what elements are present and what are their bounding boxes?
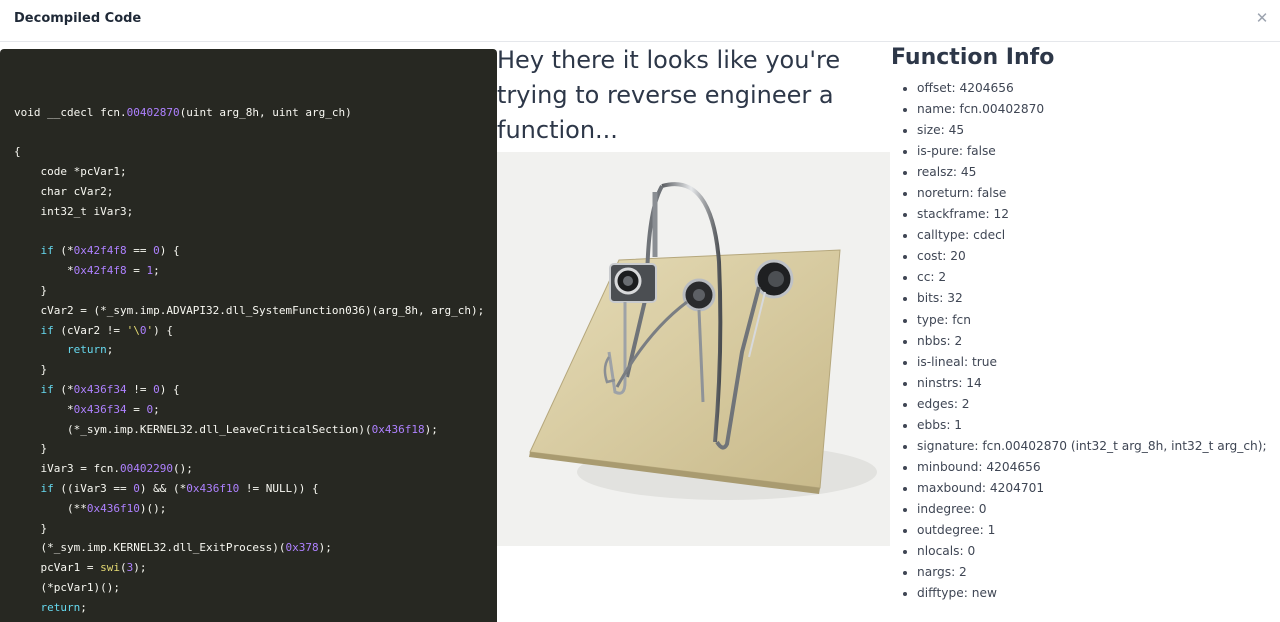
function-info-item: size: 45 — [917, 120, 1280, 141]
decompiled-code[interactable]: void __cdecl fcn.00402870(uint arg_8h, u… — [0, 49, 497, 622]
function-info-item: realsz: 45 — [917, 162, 1280, 183]
function-info-item: minbound: 4204656 — [917, 457, 1280, 478]
code-line: } — [14, 363, 48, 377]
function-info-panel: Function Info offset: 4204656name: fcn.0… — [891, 44, 1280, 604]
code-line: int32_t iVar3; — [14, 204, 134, 218]
modal-title: Decompiled Code — [14, 11, 142, 26]
close-icon[interactable]: ✕ — [1254, 10, 1270, 26]
code-line: } — [14, 442, 48, 456]
code-line: code *pcVar1; — [14, 165, 127, 179]
code-line: (**0x436f10)(); — [14, 501, 167, 515]
code-line: if ((iVar3 == 0) && (*0x436f10 != NULL))… — [40, 481, 319, 495]
function-info-item: indegree: 0 — [917, 499, 1280, 520]
paperclip-sculpture-illustration — [497, 152, 890, 546]
code-line: } — [14, 521, 48, 535]
function-info-title: Function Info — [891, 45, 1055, 70]
code-line: void __cdecl fcn.00402870(uint arg_8h, u… — [14, 105, 352, 119]
function-info-item: bits: 32 — [917, 288, 1280, 309]
function-info-item: nbbs: 2 — [917, 331, 1280, 352]
code-panel[interactable]: void __cdecl fcn.00402870(uint arg_8h, u… — [0, 49, 497, 622]
hero-column: Hey there it looks like you're trying to… — [497, 43, 890, 622]
function-info-item: signature: fcn.00402870 (int32_t arg_8h,… — [917, 436, 1280, 457]
hero-text: Hey there it looks like you're trying to… — [497, 46, 841, 144]
code-line: (*pcVar1)(); — [14, 580, 120, 594]
function-info-item: name: fcn.00402870 — [917, 99, 1280, 120]
code-line: (*_sym.imp.KERNEL32.dll_ExitProcess)(0x3… — [14, 541, 332, 555]
code-line: { — [14, 145, 21, 159]
function-info-item: cc: 2 — [917, 267, 1280, 288]
code-line: *0x436f34 = 0; — [14, 402, 160, 416]
function-info-item: maxbound: 4204701 — [917, 478, 1280, 499]
code-line: if (*0x436f34 != 0) { — [40, 382, 180, 396]
function-info-item: edges: 2 — [917, 394, 1280, 415]
code-line: cVar2 = (*_sym.imp.ADVAPI32.dll_SystemFu… — [14, 303, 485, 317]
function-info-item: outdegree: 1 — [917, 520, 1280, 541]
code-line: return; — [66, 343, 114, 357]
function-info-item: nargs: 2 — [917, 562, 1280, 583]
function-info-item: noreturn: false — [917, 183, 1280, 204]
modal-header: Decompiled Code ✕ — [0, 0, 1280, 42]
function-info-item: is-lineal: true — [917, 352, 1280, 373]
code-line: if (*0x42f4f8 == 0) { — [40, 244, 180, 258]
code-line: *0x42f4f8 = 1; — [14, 264, 160, 278]
function-info-item: is-pure: false — [917, 141, 1280, 162]
code-line: pcVar1 = swi(3); — [14, 561, 147, 575]
function-info-item: ebbs: 1 — [917, 415, 1280, 436]
function-info-item: cost: 20 — [917, 246, 1280, 267]
code-line: return; — [40, 600, 87, 614]
code-line: char cVar2; — [14, 184, 114, 198]
code-line: } — [14, 283, 48, 297]
function-info-item: nlocals: 0 — [917, 541, 1280, 562]
function-info-item: difftype: new — [917, 583, 1280, 604]
function-info-item: stackframe: 12 — [917, 204, 1280, 225]
code-line: (*_sym.imp.KERNEL32.dll_LeaveCriticalSec… — [14, 422, 438, 436]
code-line: iVar3 = fcn.00402290(); — [14, 462, 193, 476]
function-info-list: offset: 4204656name: fcn.00402870size: 4… — [891, 78, 1280, 604]
code-line: } — [14, 618, 497, 622]
function-info-item: calltype: cdecl — [917, 225, 1280, 246]
paperclip-sculpture-image — [497, 152, 890, 546]
function-info-item: type: fcn — [917, 310, 1280, 331]
function-info-item: offset: 4204656 — [917, 78, 1280, 99]
function-info-item: ninstrs: 14 — [917, 373, 1280, 394]
code-line: if (cVar2 != '\0') { — [40, 323, 173, 337]
